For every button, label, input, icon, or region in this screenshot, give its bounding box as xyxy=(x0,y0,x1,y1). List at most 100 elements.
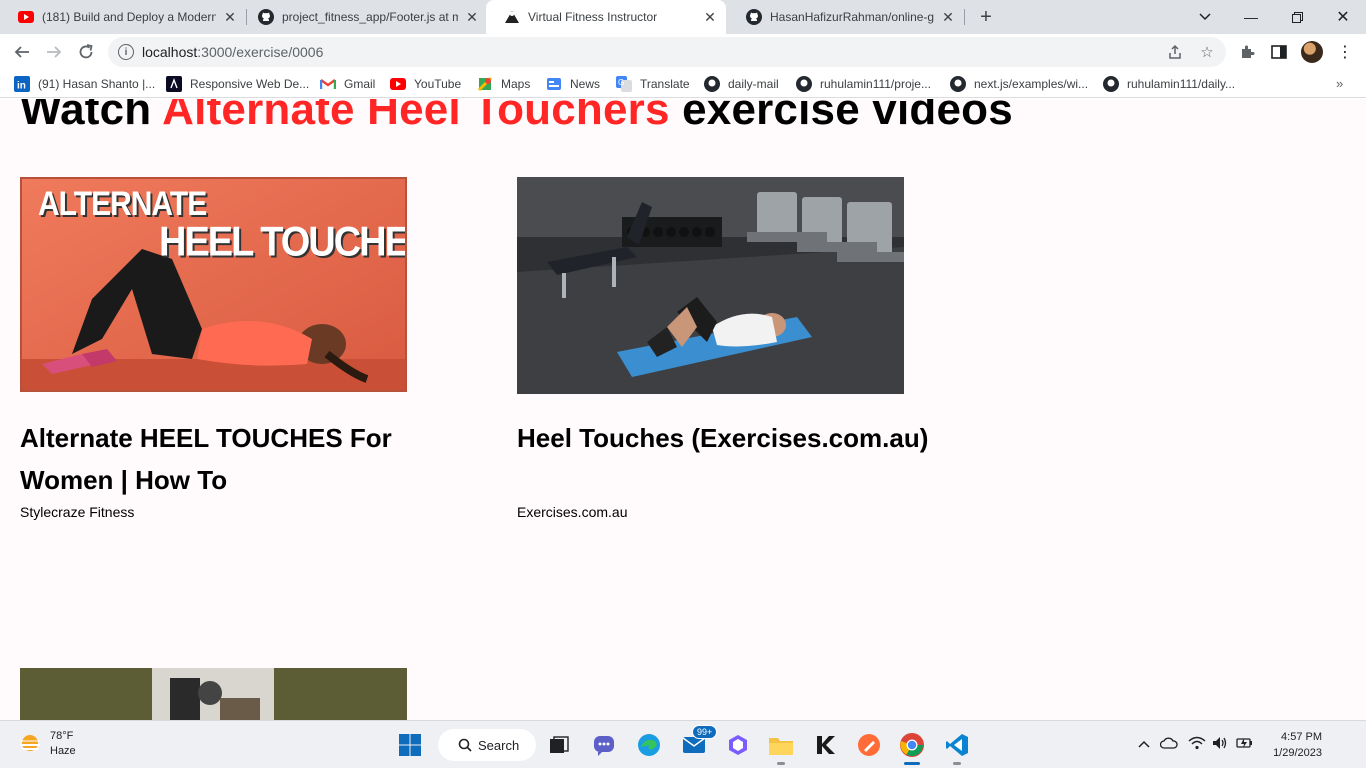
kite-app-icon[interactable] xyxy=(811,731,839,759)
new-tab-button[interactable]: + xyxy=(974,5,998,29)
bookmark-label: ruhulamin111/daily... xyxy=(1127,77,1236,91)
youtube-icon xyxy=(390,76,406,92)
running-indicator xyxy=(904,762,920,765)
browser-toolbar: i localhost:3000/exercise/0006 ☆ ⋮ xyxy=(0,34,1366,70)
tab-virtual-fitness[interactable]: Virtual Fitness Instructor ✕ xyxy=(486,0,726,34)
bookmark-maps[interactable]: Maps xyxy=(477,76,530,92)
haze-icon xyxy=(20,735,40,751)
more-menu-icon[interactable]: ⋮ xyxy=(1336,43,1354,61)
volume-icon[interactable] xyxy=(1212,736,1228,753)
onedrive-icon[interactable] xyxy=(1159,736,1178,752)
side-panel-icon[interactable] xyxy=(1270,43,1288,61)
copilot-icon[interactable] xyxy=(724,731,752,759)
start-button[interactable] xyxy=(396,731,424,759)
tab-youtube[interactable]: (181) Build and Deploy a Modern ✕ xyxy=(0,0,246,34)
clock-time: 4:57 PM xyxy=(1281,731,1322,743)
exercise-name: Alternate Heel Touchers xyxy=(162,99,670,134)
video-thumbnail-image xyxy=(20,668,407,720)
taskbar-search[interactable]: Search xyxy=(438,729,536,761)
forward-button[interactable] xyxy=(40,38,68,66)
close-tab-icon[interactable]: ✕ xyxy=(940,9,956,25)
tab-search-button[interactable] xyxy=(1182,0,1228,34)
tab-title: HasanHafizurRahman/online-gym xyxy=(770,10,934,24)
bookmark-gmail[interactable]: Gmail xyxy=(320,76,375,92)
teams-chat-icon[interactable] xyxy=(590,731,618,759)
close-tab-icon[interactable]: ✕ xyxy=(222,9,238,25)
minimize-button[interactable]: — xyxy=(1228,0,1274,34)
edge-icon[interactable] xyxy=(635,731,663,759)
tab-github-online-gym[interactable]: HasanHafizurRahman/online-gym ✕ xyxy=(728,0,964,34)
back-button[interactable] xyxy=(8,38,36,66)
page-content: Watch Alternate Heel Touchers exercise v… xyxy=(0,99,1366,720)
bookmark-star-icon[interactable]: ☆ xyxy=(1198,43,1216,61)
reload-button[interactable] xyxy=(72,38,100,66)
search-label: Search xyxy=(478,737,520,753)
close-tab-icon[interactable]: ✕ xyxy=(464,9,480,25)
postman-icon[interactable] xyxy=(855,731,883,759)
bookmark-label: Maps xyxy=(501,77,531,91)
address-bar[interactable]: i localhost:3000/exercise/0006 ☆ xyxy=(108,37,1226,67)
video-thumbnail[interactable] xyxy=(517,177,904,394)
video-thumbnail[interactable]: ALTERNATE HEEL TOUCHES xyxy=(20,177,407,392)
running-indicator xyxy=(777,762,785,765)
url-text[interactable]: localhost:3000/exercise/0006 xyxy=(142,44,323,60)
weather-widget[interactable]: 78°F Haze xyxy=(18,729,76,759)
video-channel: Exercises.com.au xyxy=(517,504,628,520)
bookmark-label: next.js/examples/wi... xyxy=(974,77,1089,91)
task-view-icon[interactable] xyxy=(545,731,573,759)
close-window-button[interactable]: ✕ xyxy=(1320,0,1366,34)
system-clock[interactable]: 4:57 PM 1/29/2023 xyxy=(1273,729,1322,761)
bookmark-linkedin[interactable]: in (91) Hasan Shanto |... xyxy=(14,76,155,92)
site-info-icon[interactable]: i xyxy=(118,44,134,60)
bookmark-ruhulamin-daily[interactable]: ruhulamin111/daily... xyxy=(1103,76,1235,92)
url-path: :3000/exercise/0006 xyxy=(197,44,324,60)
windows-taskbar: 78°F Haze Search 99+ 4:57 PM 1/29/2023 xyxy=(0,720,1366,768)
reload-icon xyxy=(79,44,93,59)
file-explorer-icon[interactable] xyxy=(767,731,795,765)
chevron-up-icon[interactable] xyxy=(1138,735,1150,751)
wifi-icon[interactable] xyxy=(1188,736,1206,753)
restore-button[interactable] xyxy=(1274,0,1320,34)
weather-temp: 78°F xyxy=(50,730,74,742)
arrow-right-icon xyxy=(47,46,62,58)
mail-badge: 99+ xyxy=(692,725,718,739)
svg-text:in: in xyxy=(17,81,26,92)
profile-avatar[interactable] xyxy=(1301,41,1323,63)
tab-strip: (181) Build and Deploy a Modern ✕ projec… xyxy=(0,0,1366,34)
weather-desc: Haze xyxy=(50,745,76,757)
bookmark-nextjs-examples[interactable]: next.js/examples/wi... xyxy=(950,76,1088,92)
bookmark-daily-mail[interactable]: daily-mail xyxy=(704,76,779,92)
bookmark-label: YouTube xyxy=(414,77,462,91)
bookmark-responsive-web[interactable]: Responsive Web De... xyxy=(166,76,309,92)
bookmarks-overflow-icon[interactable]: » xyxy=(1336,76,1343,91)
bookmark-translate[interactable]: G Translate xyxy=(616,76,690,92)
bookmark-news[interactable]: News xyxy=(546,76,600,92)
video-thumbnail-image xyxy=(517,177,904,394)
vscode-icon[interactable] xyxy=(943,731,971,765)
bookmark-label: Responsive Web De... xyxy=(190,77,310,91)
video-title[interactable]: Alternate HEEL TOUCHES For Women | How T… xyxy=(20,417,440,501)
battery-charging-icon[interactable] xyxy=(1236,736,1254,753)
windows-logo-icon xyxy=(399,734,421,756)
arrow-left-icon xyxy=(14,46,29,58)
chrome-icon[interactable] xyxy=(898,731,926,765)
news-icon xyxy=(546,76,562,92)
bookmark-ruhulamin-proje[interactable]: ruhulamin111/proje... xyxy=(796,76,931,92)
bookmark-site-icon xyxy=(166,76,182,92)
github-icon xyxy=(746,9,762,25)
mail-icon[interactable]: 99+ xyxy=(680,725,718,759)
tab-github-footer[interactable]: project_fitness_app/Footer.js at m ✕ xyxy=(240,0,488,34)
share-icon[interactable] xyxy=(1166,43,1184,61)
youtube-icon xyxy=(18,9,34,25)
video-title[interactable]: Heel Touches (Exercises.com.au) xyxy=(517,417,937,459)
extensions-icon[interactable] xyxy=(1238,43,1256,61)
translate-icon: G xyxy=(616,76,632,92)
clock-date: 1/29/2023 xyxy=(1273,747,1322,759)
video-thumbnail[interactable] xyxy=(20,668,407,720)
video-channel: Stylecraze Fitness xyxy=(20,504,135,520)
github-icon xyxy=(258,9,274,25)
bookmark-youtube[interactable]: YouTube xyxy=(390,76,461,92)
search-icon xyxy=(458,738,472,752)
close-tab-icon[interactable]: ✕ xyxy=(702,9,718,25)
heading-prefix: Watch xyxy=(20,99,163,134)
